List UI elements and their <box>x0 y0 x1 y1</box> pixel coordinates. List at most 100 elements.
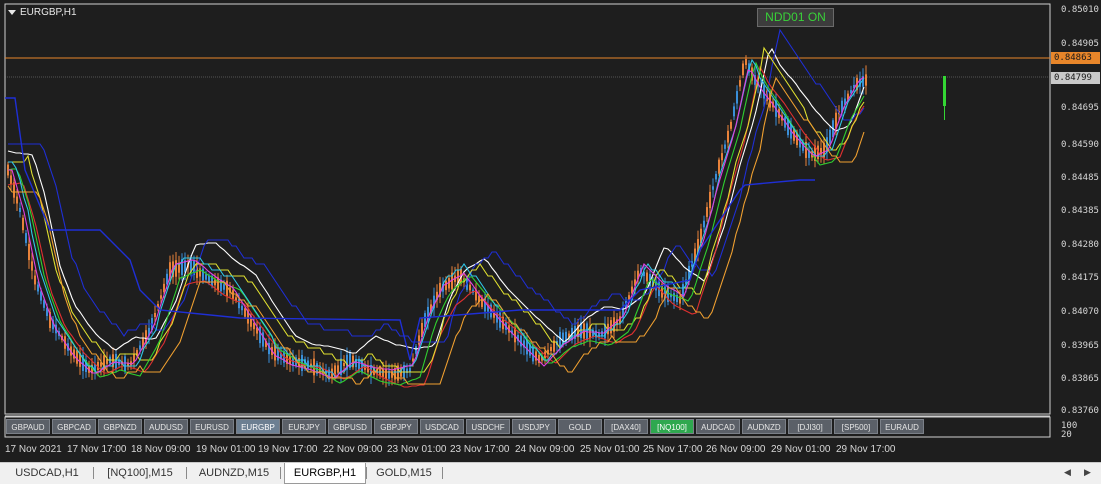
symbol-button-usdjpy[interactable]: USDJPY <box>512 419 556 434</box>
price-axis-label: 0.83760 <box>1061 406 1099 416</box>
price-axis-label: 0.84280 <box>1061 240 1099 250</box>
candle-body <box>745 59 747 65</box>
symbol-button-eurusd[interactable]: EURUSD <box>190 419 234 434</box>
price-axis-label: 0.84905 <box>1061 39 1099 49</box>
symbol-button-audusd[interactable]: AUDUSD <box>144 419 188 434</box>
window-tab-usdcad-h1[interactable]: USDCAD,H1 <box>3 463 91 483</box>
candle-body <box>160 295 162 299</box>
symbol-button-eurjpy[interactable]: EURJPY <box>282 419 326 434</box>
candle-body <box>19 207 21 213</box>
candle-body <box>10 175 12 185</box>
window-tab-gold-m15[interactable]: GOLD,M15 <box>368 463 440 483</box>
chart-title: EURGBP,H1 <box>8 7 77 18</box>
dropdown-triangle-icon[interactable] <box>8 10 16 15</box>
time-axis-label: 19 Nov 17:00 <box>258 444 318 455</box>
symbol-button-dji30[interactable]: [DJI30] <box>788 419 832 434</box>
candle-body <box>706 207 708 217</box>
candle-body <box>163 283 165 293</box>
price-axis-label: 0.84070 <box>1061 307 1099 317</box>
price-chart[interactable] <box>0 0 1101 462</box>
candle-body <box>532 344 534 362</box>
tab-separator <box>280 467 281 479</box>
candle-body <box>829 129 831 144</box>
candle-body <box>730 121 732 129</box>
indicator-line <box>7 65 865 388</box>
tab-separator <box>186 467 187 479</box>
candle-body <box>28 243 30 261</box>
channel-line <box>5 97 815 361</box>
candle-body <box>646 272 648 282</box>
indicator-line <box>7 76 865 385</box>
indicator-badge[interactable]: NDD01 ON <box>757 8 834 27</box>
scroll-right-icon[interactable]: ▶ <box>1084 467 1091 478</box>
price-axis-label: 0.84590 <box>1061 140 1099 150</box>
candle-body <box>733 106 735 117</box>
symbol-button-eurgbp[interactable]: EURGBP <box>236 419 280 434</box>
candle-body <box>76 350 78 364</box>
time-axis-label: 23 Nov 01:00 <box>387 444 447 455</box>
candle-body <box>727 130 729 143</box>
candle-body <box>37 284 39 292</box>
symbol-button-audnzd[interactable]: AUDNZD <box>742 419 786 434</box>
tab-separator <box>442 467 443 479</box>
candle-body <box>520 335 522 347</box>
symbol-button-bar: GBPAUD GBPCAD GBPNZD AUDUSD EURUSD EURGBP EURJ… <box>6 419 924 434</box>
candle-body <box>16 196 18 204</box>
candle-body <box>244 308 246 317</box>
window-tab-eurgbp-h1[interactable]: EURGBP,H1 <box>284 463 366 484</box>
candle-body <box>709 191 711 209</box>
time-axis-label: 17 Nov 17:00 <box>67 444 127 455</box>
candle-body <box>154 312 156 318</box>
candle-body <box>205 274 207 280</box>
candle-body <box>415 346 417 354</box>
symbol-button-gbpusd[interactable]: GBPUSD <box>328 419 372 434</box>
time-axis: 17 Nov 2021 17 Nov 17:00 18 Nov 09:00 19 No… <box>0 444 1050 458</box>
symbol-button-gbpnzd[interactable]: GBPNZD <box>98 419 142 434</box>
candle-body <box>673 293 675 301</box>
symbol-button-nq100[interactable]: [NQ100] <box>650 419 694 434</box>
candle-body <box>445 280 447 291</box>
candle-body <box>721 153 723 161</box>
symbol-button-sp500[interactable]: [SP500] <box>834 419 878 434</box>
time-axis-label: 25 Nov 17:00 <box>643 444 703 455</box>
candle-body <box>550 347 552 351</box>
time-axis-label: 29 Nov 17:00 <box>836 444 896 455</box>
sub-axis-20: 20 <box>1061 430 1072 440</box>
symbol-button-gbpaud[interactable]: GBPAUD <box>6 419 50 434</box>
candle-body <box>31 261 33 271</box>
indicator-line <box>8 69 865 379</box>
symbol-button-dax40[interactable]: [DAX40] <box>604 419 648 434</box>
candle-body <box>139 345 141 350</box>
window-tab-audnzd-m15[interactable]: AUDNZD,M15 <box>190 463 278 483</box>
scroll-left-icon[interactable]: ◀ <box>1064 467 1071 478</box>
tab-separator <box>93 467 94 479</box>
time-axis-label: 24 Nov 09:00 <box>515 444 575 455</box>
candle-body <box>25 233 27 243</box>
symbol-title: EURGBP,H1 <box>20 7 77 18</box>
symbol-button-gbpjpy[interactable]: GBPJPY <box>374 419 418 434</box>
price-axis-label: 0.84695 <box>1061 103 1099 113</box>
candle-body <box>469 284 471 291</box>
symbol-button-usdcad[interactable]: USDCAD <box>420 419 464 434</box>
symbol-button-usdchf[interactable]: USDCHF <box>466 419 510 434</box>
candle-body <box>703 220 705 228</box>
candle-body <box>715 173 717 180</box>
candle-body <box>865 74 867 86</box>
hline-price-tag: 0.84863 <box>1051 52 1100 64</box>
price-axis-label: 0.85010 <box>1061 5 1099 15</box>
candle-body <box>223 284 225 290</box>
symbol-button-gbpcad[interactable]: GBPCAD <box>52 419 96 434</box>
symbol-button-gold[interactable]: GOLD <box>558 419 602 434</box>
symbol-button-euraud[interactable]: EURAUD <box>880 419 924 434</box>
symbol-button-audcad[interactable]: AUDCAD <box>696 419 740 434</box>
price-axis-label: 0.84385 <box>1061 206 1099 216</box>
time-axis-label: 19 Nov 01:00 <box>196 444 256 455</box>
window-tab--nq100-m15[interactable]: [NQ100],M15 <box>96 463 184 483</box>
chart-window[interactable]: EURGBP,H1 NDD01 ON 0.85010 0.84905 0.84695… <box>0 0 1101 462</box>
candle-body <box>175 260 177 277</box>
price-axis-label: 0.83965 <box>1061 341 1099 351</box>
candle-body <box>13 182 15 198</box>
candle-body <box>133 354 135 362</box>
time-axis-label: 29 Nov 01:00 <box>771 444 831 455</box>
candle-body <box>739 80 741 87</box>
